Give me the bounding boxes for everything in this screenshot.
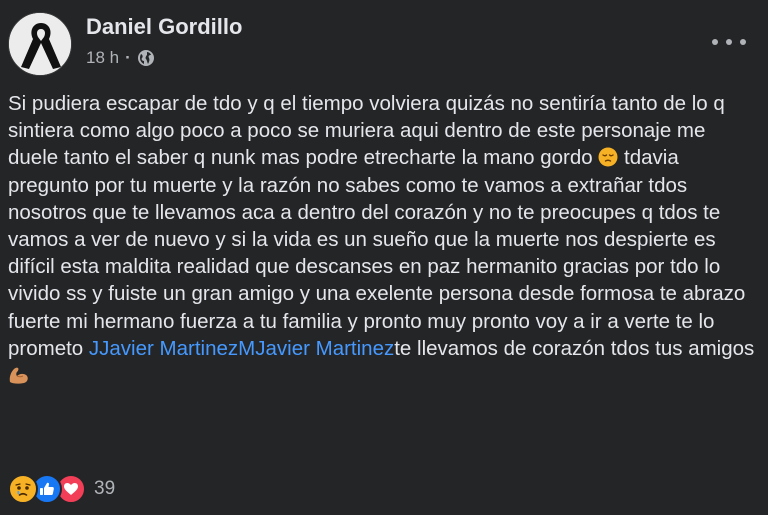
more-dot (712, 39, 718, 45)
sad-reaction-icon (8, 474, 38, 504)
tagged-person-link[interactable]: JJavier Martinez (89, 337, 238, 360)
author-avatar[interactable] (8, 12, 72, 76)
reactions-summary[interactable] (8, 474, 86, 504)
facebook-post: Daniel Gordillo 18 h · Si pudiera escapa… (0, 0, 768, 515)
post-time[interactable]: 18 h (86, 48, 119, 68)
more-dot (726, 39, 732, 45)
reaction-count[interactable]: 39 (94, 478, 115, 500)
post-header: Daniel Gordillo 18 h · (8, 12, 760, 78)
pensive-face-emoji (598, 147, 618, 167)
mourning-ribbon-icon (9, 13, 71, 75)
post-text: Si pudiera escapar de tdo y q el tiempo … (8, 90, 760, 389)
globe-icon[interactable] (137, 49, 155, 67)
post-meta: 18 h · (86, 48, 155, 68)
meta-separator: · (125, 48, 131, 67)
tagged-person-link[interactable]: MJavier Martinez (238, 337, 394, 360)
more-dot (740, 39, 746, 45)
flexed-biceps-emoji (8, 365, 28, 385)
post-text-part3: te llevamos de corazón tdos tus amigos (394, 336, 755, 360)
more-options-button[interactable] (712, 32, 746, 52)
author-name[interactable]: Daniel Gordillo (86, 14, 242, 40)
post-footer: 39 (8, 472, 115, 506)
post-text-part2: tdavia pregunto por tu muerte y la razón… (8, 146, 751, 360)
